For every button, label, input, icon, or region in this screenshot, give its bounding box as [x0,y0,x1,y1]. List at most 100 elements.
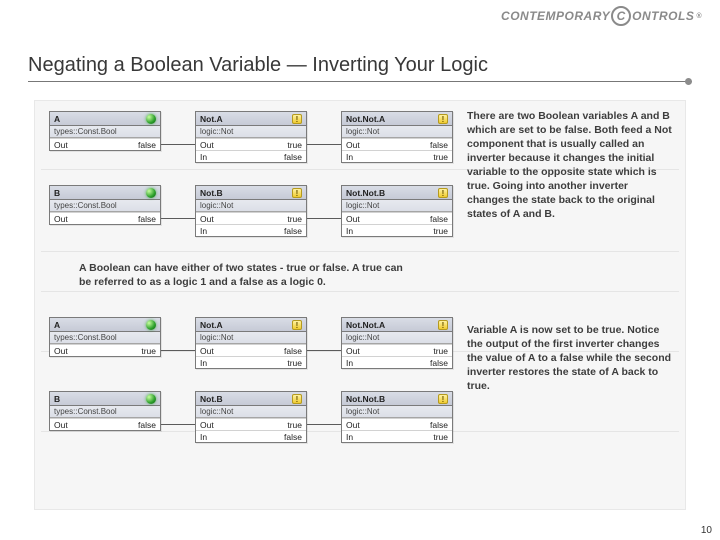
block-title: B [54,188,60,198]
pin-label: Out [200,420,214,429]
pin-value: true [141,346,156,355]
brand-logo: CONTEMPORARY C ONTROLS ® [501,6,702,26]
block-type: logic::Not [196,200,306,212]
wire [161,424,195,425]
warn-icon: ! [438,320,448,330]
block-a-bottom: A types::Const.Bool Out true [49,317,161,357]
pin-label: In [200,432,207,441]
brand-ring-c: C [611,6,631,26]
block-title: A [54,320,60,330]
block-not-a-top: Not.A! logic::Not Out true In false [195,111,307,163]
explain-bottom: Variable A is now set to be true. Notice… [467,323,672,393]
pin-value: false [284,226,302,235]
block-notnot-b-top: Not.Not.B! logic::Not Out false In true [341,185,453,237]
status-led-icon [146,394,156,404]
pin-value: false [138,214,156,223]
block-type: logic::Not [342,406,452,418]
pin-label: In [200,226,207,235]
block-notnot-a-bottom: Not.Not.A! logic::Not Out true In false [341,317,453,369]
block-b-top: B types::Const.Bool Out false [49,185,161,225]
explain-middle: A Boolean can have either of two states … [79,261,409,289]
pin-value: true [287,140,302,149]
block-title: Not.B [200,188,223,198]
block-title: Not.Not.B [346,188,385,198]
pin-value: true [433,346,448,355]
block-a-top: A types::Const.Bool Outfalse [49,111,161,151]
warn-icon: ! [438,394,448,404]
wire [161,350,195,351]
pin-label: Out [200,214,214,223]
block-title: A [54,114,60,124]
warn-icon: ! [438,188,448,198]
block-type: types::Const.Bool [50,200,160,212]
explain-top: There are two Boolean variables A and B … [467,109,672,221]
block-not-b-top: Not.B! logic::Not Out true In false [195,185,307,237]
block-notnot-a-top: Not.Not.A! logic::Not Outfalse Intrue [341,111,453,163]
warn-icon: ! [292,188,302,198]
pin-value: false [430,420,448,429]
pin-label: Out [54,214,68,223]
wire [307,218,341,219]
pin-value: false [284,152,302,161]
wire [161,218,195,219]
wire [307,424,341,425]
pin-value: false [430,214,448,223]
block-type: types::Const.Bool [50,332,160,344]
pin-value: false [284,346,302,355]
pin-label: Out [346,346,360,355]
warn-icon: ! [292,114,302,124]
pin-value: true [433,432,448,441]
block-title: Not.A [200,114,223,124]
pin-label: In [200,152,207,161]
wire [161,144,195,145]
warn-icon: ! [292,394,302,404]
warn-icon: ! [292,320,302,330]
pin-value: false [284,432,302,441]
pin-value: true [433,226,448,235]
block-title: Not.Not.B [346,394,385,404]
block-type: logic::Not [196,406,306,418]
pin-label: Out [54,420,68,429]
pin-label: Out [346,214,360,223]
diagram-canvas: A types::Const.Bool Outfalse Not.A! logi… [34,100,686,510]
block-type: logic::Not [196,332,306,344]
pin-value: false [138,140,156,149]
block-type: types::Const.Bool [50,406,160,418]
block-title: Not.Not.A [346,114,385,124]
pin-value: false [430,358,448,367]
block-type: logic::Not [342,200,452,212]
pin-value: false [430,140,448,149]
status-led-icon [146,320,156,330]
pin-label: Out [346,420,360,429]
pin-value: true [287,214,302,223]
pin-label: Out [346,140,360,149]
block-b-bottom: B types::Const.Bool Outfalse [49,391,161,431]
pin-value: false [138,420,156,429]
slide-title: Negating a Boolean Variable — Inverting … [28,54,692,82]
pin-value: true [287,358,302,367]
brand-right: ONTROLS [632,9,694,23]
pin-label: In [346,358,353,367]
block-type: logic::Not [342,126,452,138]
pin-label: In [346,152,353,161]
brand-left: CONTEMPORARY [501,9,610,23]
pin-value: true [287,420,302,429]
pin-label: In [200,358,207,367]
pin-label: In [346,226,353,235]
wire [307,350,341,351]
pin-label: In [346,432,353,441]
block-type: logic::Not [342,332,452,344]
block-not-a-bottom: Not.A! logic::Not Out false In true [195,317,307,369]
block-title: Not.A [200,320,223,330]
status-led-icon [146,114,156,124]
status-led-icon [146,188,156,198]
registered-mark: ® [696,13,702,20]
pin-label: Out [200,140,214,149]
block-title: Not.Not.A [346,320,385,330]
block-type: logic::Not [196,126,306,138]
block-notnot-b-bottom: Not.Not.B! logic::Not Out false In true [341,391,453,443]
pin-label: Out [200,346,214,355]
block-title: Not.B [200,394,223,404]
pin-label: Out [54,346,68,355]
block-not-b-bottom: Not.B! logic::Not Out true In false [195,391,307,443]
